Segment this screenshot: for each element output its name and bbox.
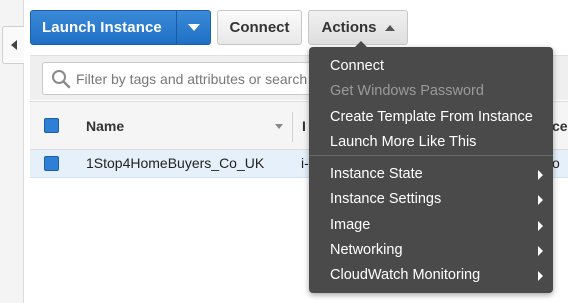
chevron-right-icon (538, 271, 543, 281)
row-checkbox[interactable] (44, 156, 59, 171)
sort-caret-icon[interactable] (275, 124, 283, 129)
launch-instance-button[interactable]: Launch Instance (31, 11, 176, 44)
menu-item-launch-more[interactable]: Launch More Like This (330, 134, 476, 150)
connect-button[interactable]: Connect (217, 10, 302, 45)
caret-down-icon (187, 24, 200, 31)
chevron-right-icon (538, 246, 543, 256)
menu-item-instance-state[interactable]: Instance State (330, 166, 423, 182)
menu-item-create-template[interactable]: Create Template From Instance (330, 109, 533, 125)
column-header-name[interactable]: Name (86, 118, 124, 134)
menu-pointer (355, 41, 367, 47)
cell-name: 1Stop4HomeBuyers_Co_UK (86, 155, 265, 171)
actions-button[interactable]: Actions (308, 10, 408, 45)
menu-item-instance-settings[interactable]: Instance Settings (330, 191, 441, 207)
chevron-right-icon (538, 195, 543, 205)
menu-item-connect[interactable]: Connect (330, 58, 384, 74)
chevron-right-icon (538, 221, 543, 231)
launch-instance-group: Launch Instance (30, 10, 211, 45)
cell-partial: o (552, 155, 560, 171)
menu-item-networking[interactable]: Networking (330, 242, 403, 258)
menu-item-get-windows-password: Get Windows Password (330, 83, 484, 99)
chevron-right-icon (538, 170, 543, 180)
column-divider (292, 112, 293, 142)
launch-options-dropdown[interactable] (176, 11, 210, 44)
menu-item-image[interactable]: Image (330, 217, 370, 233)
select-all-checkbox[interactable] (44, 118, 59, 133)
actions-label: Actions (321, 19, 377, 36)
menu-separator (309, 155, 553, 156)
menu-item-cloudwatch-monitoring[interactable]: CloudWatch Monitoring (330, 267, 480, 283)
search-input[interactable] (76, 70, 326, 87)
column-header-partial[interactable]: ce (552, 118, 568, 134)
search-box (42, 62, 342, 95)
cell-instance-id: i- (301, 155, 309, 171)
column-header-instance-id[interactable]: I (302, 118, 306, 134)
chevron-left-icon (10, 40, 17, 50)
search-icon (50, 68, 72, 90)
caret-up-icon (384, 24, 395, 31)
collapse-sidebar-button[interactable] (2, 26, 24, 64)
actions-menu: Connect Get Windows Password Create Temp… (309, 41, 553, 293)
